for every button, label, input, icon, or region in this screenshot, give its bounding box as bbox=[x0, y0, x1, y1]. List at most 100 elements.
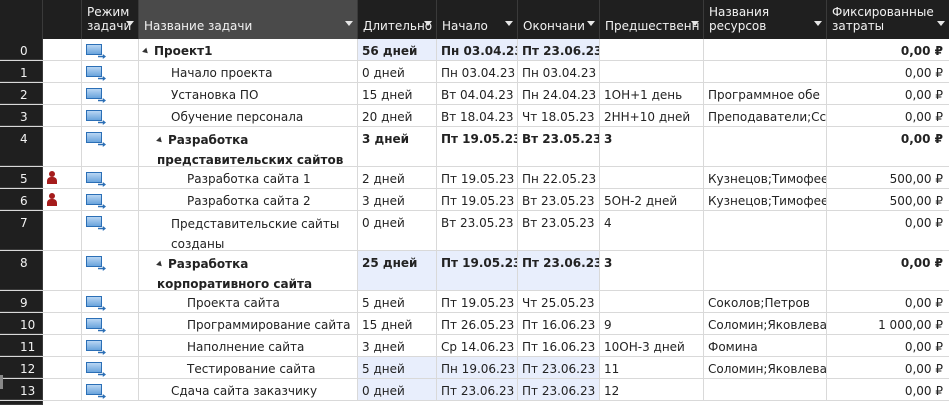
start-cell[interactable]: Пт 19.05.23 bbox=[437, 167, 518, 188]
row-number[interactable]: 2 bbox=[0, 83, 43, 104]
table-row[interactable]: 10 Программирование сайта 15 дней Пт 26.… bbox=[0, 313, 949, 335]
predecessors-cell[interactable]: 4 bbox=[600, 211, 704, 250]
finish-cell[interactable]: Чт 18.05.23 bbox=[518, 105, 600, 126]
task-name-cell[interactable]: Проекта сайта bbox=[139, 291, 358, 312]
predecessors-cell[interactable] bbox=[600, 61, 704, 82]
resources-cell[interactable] bbox=[704, 39, 827, 60]
duration-cell[interactable]: 2 дней bbox=[358, 167, 437, 188]
resources-cell[interactable] bbox=[704, 379, 827, 400]
finish-column-header[interactable]: Окончани bbox=[518, 0, 600, 39]
predecessors-column-header[interactable]: Предшественн bbox=[600, 0, 704, 39]
start-cell[interactable]: Пт 19.05.23 bbox=[437, 189, 518, 210]
row-number[interactable]: 8 bbox=[0, 251, 43, 290]
fixed-cost-cell[interactable]: 0,00 ₽ bbox=[827, 357, 949, 378]
chevron-down-icon[interactable] bbox=[345, 21, 353, 26]
row-number[interactable]: 5 bbox=[0, 167, 43, 188]
row-number[interactable]: 7 bbox=[0, 211, 43, 250]
collapse-triangle-icon[interactable] bbox=[142, 47, 150, 56]
task-mode-cell[interactable] bbox=[82, 211, 139, 250]
indicator-cell[interactable] bbox=[43, 189, 82, 210]
finish-cell[interactable]: Пт 23.06.23 bbox=[518, 39, 600, 60]
task-name-cell[interactable]: Проект1 bbox=[139, 39, 358, 60]
collapse-triangle-icon[interactable] bbox=[156, 136, 164, 145]
resources-cell[interactable]: Фомина bbox=[704, 335, 827, 356]
start-cell[interactable]: Пн 03.04.23 bbox=[437, 39, 518, 60]
predecessors-cell[interactable] bbox=[600, 291, 704, 312]
finish-cell[interactable]: Вт 23.05.23 bbox=[518, 189, 600, 210]
task-mode-cell[interactable] bbox=[82, 357, 139, 378]
task-mode-cell[interactable] bbox=[82, 335, 139, 356]
finish-cell[interactable]: Пт 23.06.23 bbox=[518, 379, 600, 400]
task-name-cell[interactable]: Тестирование сайта bbox=[139, 357, 358, 378]
duration-cell[interactable]: 5 дней bbox=[358, 291, 437, 312]
duration-cell[interactable]: 3 дней bbox=[358, 127, 437, 166]
task-name-cell[interactable]: Установка ПО bbox=[139, 83, 358, 104]
resources-cell[interactable]: Соломин;Яковлева bbox=[704, 313, 827, 334]
collapse-triangle-icon[interactable] bbox=[156, 260, 164, 269]
row-number[interactable]: 1 bbox=[0, 61, 43, 82]
indicators-column-header[interactable]: i bbox=[43, 0, 82, 39]
task-mode-cell[interactable] bbox=[82, 291, 139, 312]
resources-cell[interactable]: Соломин;Яковлева bbox=[704, 357, 827, 378]
predecessors-cell[interactable]: 3 bbox=[600, 251, 704, 290]
task-mode-cell[interactable] bbox=[82, 127, 139, 166]
fixed-cost-column-header[interactable]: Фиксированные затраты bbox=[827, 0, 949, 39]
duration-cell[interactable]: 0 дней bbox=[358, 61, 437, 82]
finish-cell[interactable]: Пн 22.05.23 bbox=[518, 167, 600, 188]
duration-cell[interactable]: 0 дней bbox=[358, 379, 437, 400]
fixed-cost-cell[interactable]: 0,00 ₽ bbox=[827, 335, 949, 356]
finish-cell[interactable]: Пн 24.04.23 bbox=[518, 83, 600, 104]
resources-cell[interactable]: Кузнецов;Тимофее bbox=[704, 189, 827, 210]
fixed-cost-cell[interactable]: 0,00 ₽ bbox=[827, 39, 949, 60]
task-mode-cell[interactable] bbox=[82, 313, 139, 334]
task-mode-cell[interactable] bbox=[82, 105, 139, 126]
resources-cell[interactable]: Программное обе bbox=[704, 83, 827, 104]
task-name-cell[interactable]: Представительские сайты созданы bbox=[139, 211, 358, 250]
fixed-cost-cell[interactable]: 0,00 ₽ bbox=[827, 251, 949, 290]
chevron-down-icon[interactable] bbox=[814, 21, 822, 26]
fixed-cost-cell[interactable]: 0,00 ₽ bbox=[827, 127, 949, 166]
predecessors-cell[interactable]: 10ОН-3 дней bbox=[600, 335, 704, 356]
resources-cell[interactable]: Соколов;Петров bbox=[704, 291, 827, 312]
start-cell[interactable]: Пт 19.05.23 bbox=[437, 251, 518, 290]
start-cell[interactable]: Пн 19.06.23 bbox=[437, 357, 518, 378]
task-mode-cell[interactable] bbox=[82, 189, 139, 210]
fixed-cost-cell[interactable]: 0,00 ₽ bbox=[827, 379, 949, 400]
start-cell[interactable]: Пт 19.05.23 bbox=[437, 127, 518, 166]
task-name-column-header[interactable]: Название задачи bbox=[139, 0, 358, 39]
duration-cell[interactable]: 3 дней bbox=[358, 189, 437, 210]
resources-column-header[interactable]: Названия ресурсов bbox=[704, 0, 827, 39]
table-row[interactable]: 2 Установка ПО 15 дней Вт 04.04.23 Пн 24… bbox=[0, 83, 949, 105]
row-number[interactable]: 4 bbox=[0, 127, 43, 166]
task-mode-cell[interactable] bbox=[82, 379, 139, 400]
table-row[interactable]: 0 Проект1 56 дней Пн 03.04.23 Пт 23.06.2… bbox=[0, 39, 949, 61]
resources-cell[interactable]: Кузнецов;Тимофее bbox=[704, 167, 827, 188]
fixed-cost-cell[interactable]: 1 000,00 ₽ bbox=[827, 313, 949, 334]
table-row[interactable]: 6 Разработка сайта 2 3 дней Пт 19.05.23 … bbox=[0, 189, 949, 211]
duration-cell[interactable]: 3 дней bbox=[358, 335, 437, 356]
start-cell[interactable]: Ср 14.06.23 bbox=[437, 335, 518, 356]
table-row[interactable]: 7 Представительские сайты созданы 0 дней… bbox=[0, 211, 949, 251]
task-mode-cell[interactable] bbox=[82, 251, 139, 290]
task-name-cell[interactable]: Программирование сайта bbox=[139, 313, 358, 334]
task-mode-cell[interactable] bbox=[82, 39, 139, 60]
chevron-down-icon[interactable] bbox=[505, 21, 513, 26]
task-name-cell[interactable]: Разработка сайта 2 bbox=[139, 189, 358, 210]
task-name-cell[interactable]: Начало проекта bbox=[139, 61, 358, 82]
table-row[interactable]: 11 Наполнение сайта 3 дней Ср 14.06.23 П… bbox=[0, 335, 949, 357]
predecessors-cell[interactable] bbox=[600, 39, 704, 60]
row-number[interactable]: 11 bbox=[0, 335, 43, 356]
finish-cell[interactable]: Пн 03.04.23 bbox=[518, 61, 600, 82]
task-name-cell[interactable]: Сдача сайта заказчику bbox=[139, 379, 358, 400]
task-name-cell[interactable]: Наполнение сайта bbox=[139, 335, 358, 356]
task-mode-column-header[interactable]: Режим задачи bbox=[82, 0, 139, 39]
resources-cell[interactable] bbox=[704, 61, 827, 82]
resources-cell[interactable] bbox=[704, 251, 827, 290]
indicator-cell[interactable] bbox=[43, 167, 82, 188]
chevron-down-icon[interactable] bbox=[587, 21, 595, 26]
finish-cell[interactable]: Пт 23.06.23 bbox=[518, 251, 600, 290]
duration-column-header[interactable]: Длительно bbox=[358, 0, 437, 39]
start-cell[interactable]: Пт 19.05.23 bbox=[437, 291, 518, 312]
row-number[interactable]: 13 bbox=[0, 379, 43, 400]
chevron-down-icon[interactable] bbox=[691, 21, 699, 26]
